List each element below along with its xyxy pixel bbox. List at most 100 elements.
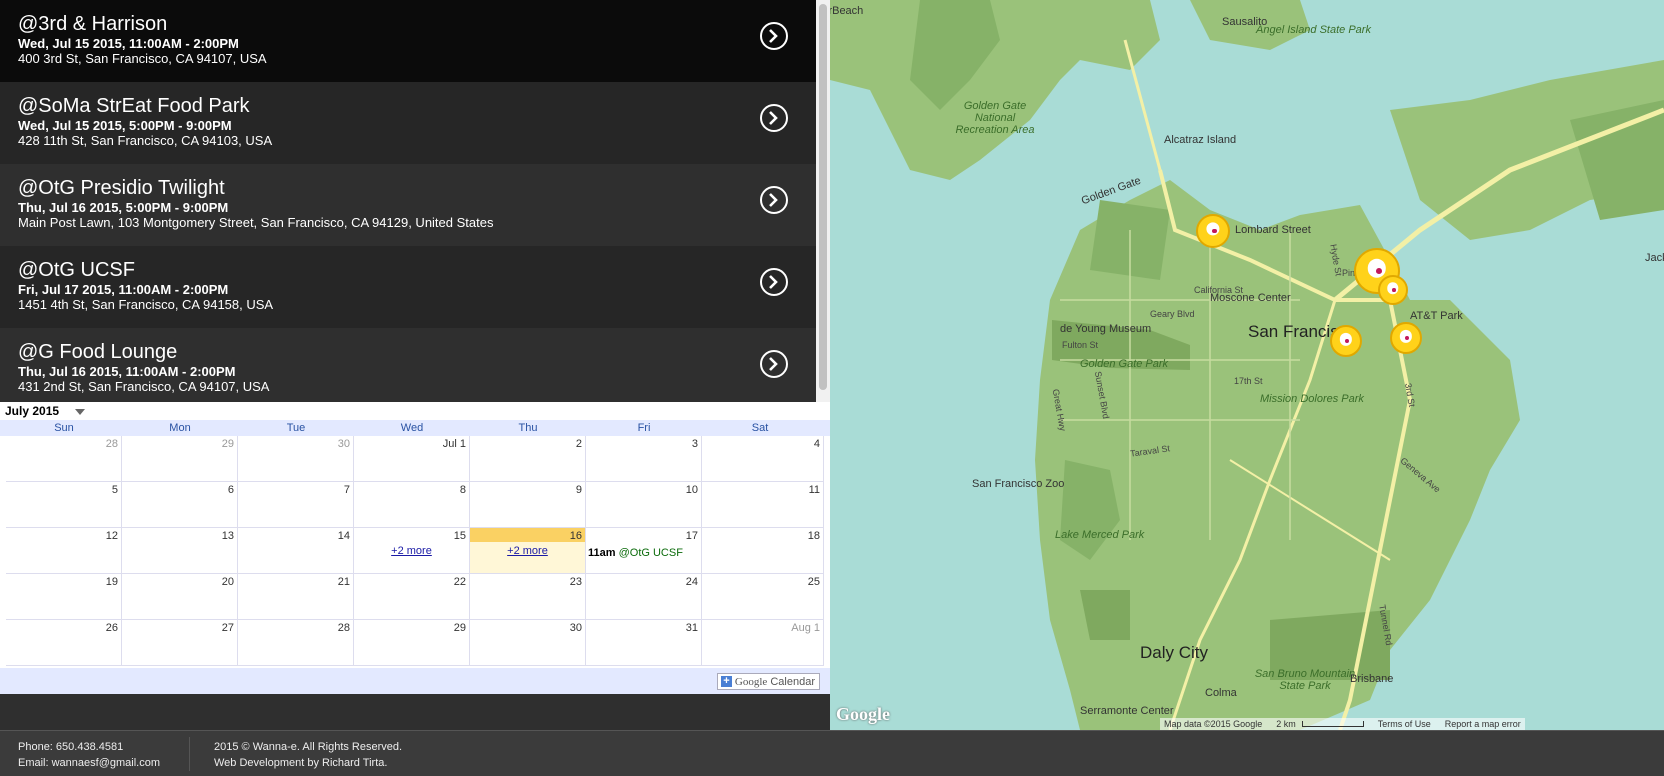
map-place-label: San Francisco Zoo: [972, 478, 1065, 490]
day-number: 11: [808, 484, 820, 496]
calendar-day-cell[interactable]: 29: [122, 436, 238, 482]
day-header: [122, 482, 237, 496]
calendar-day-cell[interactable]: 12: [6, 528, 122, 574]
event-item[interactable]: @OtG Presidio Twilight Thu, Jul 16 2015, …: [0, 164, 816, 246]
site-footer: Phone: 650.438.4581 Email: wannaesf@gmai…: [0, 730, 1664, 776]
calendar-day-cell[interactable]: 3: [586, 436, 702, 482]
event-title[interactable]: @OtG UCSF: [18, 259, 135, 282]
calendar-day-cell[interactable]: 15 +2 more: [354, 528, 470, 574]
calendar-day-cell[interactable]: 29: [354, 620, 470, 666]
day-number: 24: [685, 576, 698, 588]
arrow-right-circle-icon[interactable]: [760, 350, 788, 378]
event-title[interactable]: @G Food Lounge: [18, 341, 177, 364]
day-number: 3: [691, 438, 698, 450]
calendar-day-cell[interactable]: 28: [6, 436, 122, 482]
map-place-label: Brisbane: [1350, 673, 1394, 685]
day-number: 29: [221, 438, 234, 450]
calendar-day-cell[interactable]: 30: [470, 620, 586, 666]
day-number: 21: [337, 576, 350, 588]
arrow-right-circle-icon[interactable]: [760, 22, 788, 50]
chevron-down-icon[interactable]: [75, 409, 85, 415]
day-header: [470, 528, 585, 542]
map-place-label: Mission Dolores Park: [1260, 393, 1364, 405]
day-header: [470, 620, 585, 634]
event-title[interactable]: @OtG Presidio Twilight: [18, 177, 225, 200]
day-number: 15: [453, 530, 466, 542]
calendar-day-cell[interactable]: 22: [354, 574, 470, 620]
day-number: 12: [105, 530, 118, 542]
calendar-day-cell[interactable]: 13: [122, 528, 238, 574]
calendar-weekday-header: Sun Mon Tue Wed Thu Fri Sat: [0, 420, 830, 436]
arrow-right-circle-icon[interactable]: [760, 186, 788, 214]
calendar-day-cell[interactable]: 31: [586, 620, 702, 666]
report-map-error-link[interactable]: Report a map error: [1445, 719, 1521, 729]
day-header: [702, 436, 823, 450]
event-item[interactable]: @G Food Lounge Thu, Jul 16 2015, 11:00AM …: [0, 328, 816, 402]
event-list-scrollbar[interactable]: [816, 0, 830, 402]
event-list: @3rd & Harrison Wed, Jul 15 2015, 11:00AM…: [0, 0, 816, 402]
calendar-day-cell[interactable]: 14: [238, 528, 354, 574]
arrow-right-circle-icon[interactable]: [760, 268, 788, 296]
more-events-link[interactable]: +2 more: [354, 545, 469, 557]
map-place-label: Lake Merced Park: [1055, 529, 1145, 541]
google-calendar-button[interactable]: + Google Calendar: [716, 673, 820, 690]
event-item[interactable]: @3rd & Harrison Wed, Jul 15 2015, 11:00AM…: [0, 0, 816, 82]
calendar-day-cell[interactable]: 25: [702, 574, 824, 620]
calendar-day-cell[interactable]: Aug 1: [702, 620, 824, 666]
event-address: 428 11th St, San Francisco, CA 94103, US…: [18, 133, 273, 148]
event-item[interactable]: @SoMa StrEat Food Park Wed, Jul 15 2015, …: [0, 82, 816, 164]
day-number: 30: [569, 622, 582, 634]
calendar-day-cell[interactable]: 9: [470, 482, 586, 528]
calendar-day-cell[interactable]: 20: [122, 574, 238, 620]
more-events-link[interactable]: +2 more: [470, 545, 585, 557]
calendar-day-cell[interactable]: 18: [702, 528, 824, 574]
map-marker[interactable]: [1196, 214, 1230, 248]
map-view[interactable]: SausalitoirBeachAngel Island State ParkG…: [830, 0, 1664, 730]
day-header: [586, 574, 701, 588]
calendar-day-cell[interactable]: 11: [702, 482, 824, 528]
event-title[interactable]: @3rd & Harrison: [18, 13, 167, 36]
map-marker[interactable]: [1330, 325, 1362, 357]
weekday-label: Thu: [518, 422, 538, 434]
calendar-month-bar[interactable]: July 2015: [0, 402, 830, 420]
calendar-day-cell[interactable]: 28: [238, 620, 354, 666]
event-datetime: Thu, Jul 16 2015, 5:00PM - 9:00PM: [18, 200, 229, 215]
day-number: 29: [453, 622, 466, 634]
calendar-day-cell[interactable]: 30: [238, 436, 354, 482]
calendar-day-cell[interactable]: 27: [122, 620, 238, 666]
terms-of-use-link[interactable]: Terms of Use: [1378, 719, 1431, 729]
map-marker[interactable]: [1390, 322, 1422, 354]
google-calendar-word2: Calendar: [770, 675, 815, 688]
event-title[interactable]: @SoMa StrEat Food Park: [18, 95, 250, 118]
event-item[interactable]: @OtG UCSF Fri, Jul 17 2015, 11:00AM - 2:0…: [0, 246, 816, 328]
calendar-month-label[interactable]: July 2015: [5, 404, 59, 418]
calendar-day-cell[interactable]: 21: [238, 574, 354, 620]
calendar-day-cell[interactable]: 7: [238, 482, 354, 528]
calendar-event[interactable]: 11am @OtG UCSF: [588, 547, 683, 559]
event-datetime: Thu, Jul 16 2015, 11:00AM - 2:00PM: [18, 364, 236, 379]
calendar-day-cell[interactable]: 17 11am @OtG UCSF: [586, 528, 702, 574]
calendar-day-cell[interactable]: 5: [6, 482, 122, 528]
weekday-label: Sun: [54, 422, 74, 434]
calendar-day-cell[interactable]: Jul 1: [354, 436, 470, 482]
calendar-day-cell[interactable]: 8: [354, 482, 470, 528]
copyright-info: 2015 © Wanna-e. All Rights Reserved. Web…: [214, 739, 402, 771]
map-road-label: Geary Blvd: [1150, 309, 1195, 319]
day-header: [586, 436, 701, 450]
calendar-day-cell[interactable]: 10: [586, 482, 702, 528]
contact-info: Phone: 650.438.4581 Email: wannaesf@gmai…: [18, 739, 160, 771]
arrow-right-circle-icon[interactable]: [760, 104, 788, 132]
calendar-day-cell[interactable]: 6: [122, 482, 238, 528]
calendar-day-cell[interactable]: 19: [6, 574, 122, 620]
email-text: Email: wannaesf@gmail.com: [18, 757, 160, 769]
calendar-day-cell[interactable]: 4: [702, 436, 824, 482]
calendar-day-cell[interactable]: 23: [470, 574, 586, 620]
calendar-day-cell[interactable]: 16 +2 more: [470, 528, 586, 574]
calendar-day-cell[interactable]: 24: [586, 574, 702, 620]
map-marker[interactable]: [1378, 275, 1408, 305]
day-number: 20: [221, 576, 234, 588]
calendar-day-cell[interactable]: 2: [470, 436, 586, 482]
scrollbar-thumb[interactable]: [819, 4, 827, 390]
google-logo[interactable]: Google: [836, 704, 890, 725]
calendar-day-cell[interactable]: 26: [6, 620, 122, 666]
